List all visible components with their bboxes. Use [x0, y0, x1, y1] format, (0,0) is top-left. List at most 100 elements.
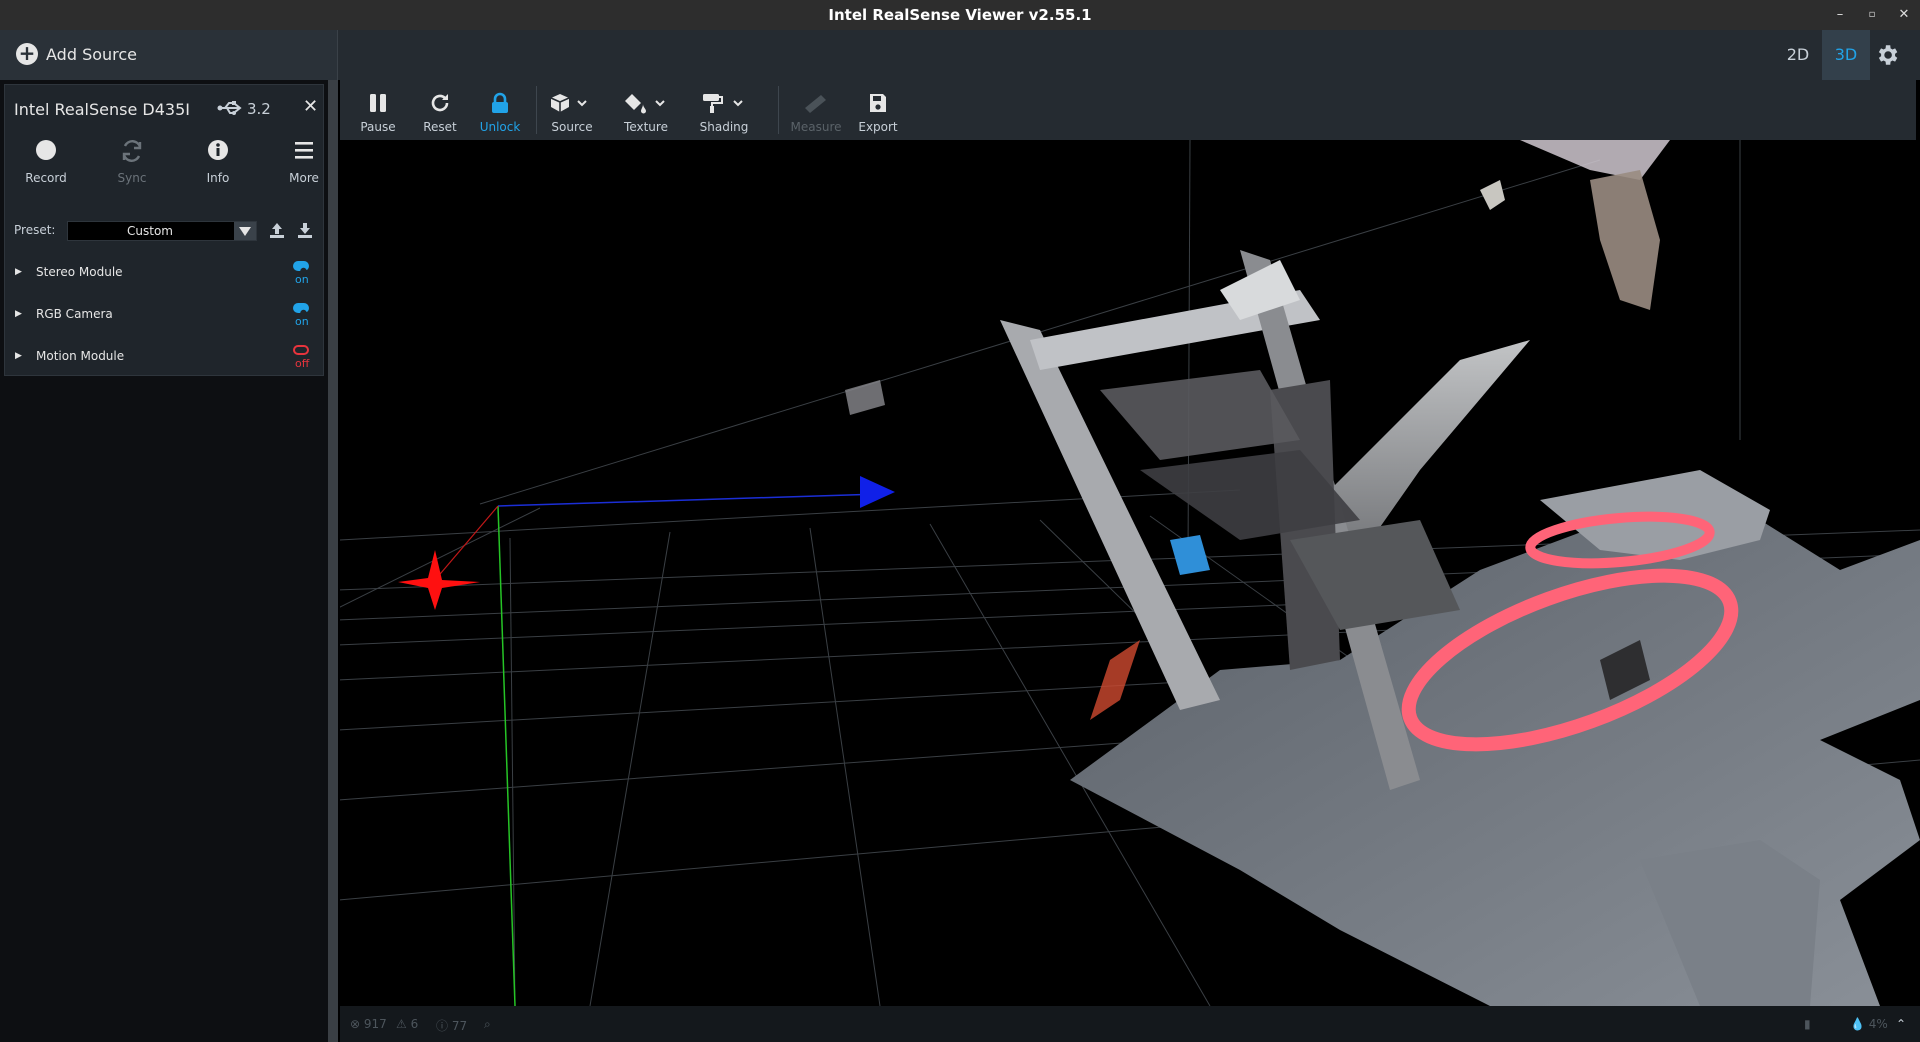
- toggle-on-icon[interactable]: [293, 261, 309, 275]
- toolbar-separator: [536, 86, 537, 134]
- view-2d-button[interactable]: 2D: [1774, 30, 1822, 80]
- toggle-off-icon[interactable]: [293, 345, 309, 355]
- close-device-icon[interactable]: ✕: [303, 96, 318, 117]
- coordinate-axes: [398, 476, 895, 1006]
- debris-fragment: [845, 380, 885, 415]
- reset-button[interactable]: Reset: [416, 80, 464, 140]
- shading-label: Shading: [699, 120, 749, 134]
- module-motion[interactable]: ▶ Motion Module off: [5, 343, 323, 383]
- maximize-button[interactable]: ▫: [1862, 5, 1882, 25]
- wall-fragment: [1520, 140, 1670, 180]
- sync-button[interactable]: Sync: [97, 139, 167, 189]
- error-count[interactable]: ⊗ 917: [350, 1017, 387, 1031]
- z-axis-star-icon: [398, 550, 480, 610]
- plus-icon: +: [16, 43, 38, 65]
- expand-arrow-icon: ▶: [15, 267, 22, 277]
- toggle-on-icon[interactable]: [293, 303, 309, 317]
- wall-fragment: [1590, 170, 1660, 310]
- z-axis-line: [434, 505, 499, 581]
- shading-button[interactable]: Shading: [692, 80, 756, 140]
- warning-count-value: 6: [410, 1017, 419, 1031]
- cpu-usage-value: 4%: [1868, 1017, 1888, 1031]
- module-name: Stereo Module: [36, 265, 123, 279]
- unlock-label: Unlock: [479, 120, 521, 134]
- module-state: on: [295, 315, 309, 328]
- x-axis-arrow-icon: [860, 476, 895, 508]
- title-bar: Intel RealSense Viewer v2.55.1 – ▫ ✕: [0, 0, 1920, 30]
- module-rgb[interactable]: ▶ RGB Camera on: [5, 301, 323, 341]
- measure-button[interactable]: Measure: [786, 80, 846, 140]
- add-source-button[interactable]: + Add Source: [0, 30, 338, 80]
- record-label: Record: [25, 171, 67, 185]
- search-icon[interactable]: ⌕: [484, 1017, 491, 1032]
- menu-icon: [269, 139, 339, 163]
- save-icon: [852, 92, 904, 114]
- info-icon: [183, 139, 253, 163]
- expand-arrow-icon: ▶: [15, 351, 22, 361]
- toolbar-separator: [778, 86, 779, 134]
- more-button[interactable]: More: [269, 139, 339, 189]
- 3d-viewport[interactable]: [340, 140, 1920, 1006]
- sync-label: Sync: [117, 171, 147, 185]
- point-cloud-scene: [340, 140, 1920, 1006]
- module-stereo[interactable]: ▶ Stereo Module on: [5, 259, 323, 299]
- info-label: Info: [206, 171, 230, 185]
- lock-icon: [476, 92, 524, 114]
- source-label: Source: [551, 120, 593, 134]
- sidebar-scrollbar[interactable]: [328, 80, 338, 1042]
- usb-icon: [217, 99, 243, 121]
- more-label: More: [289, 171, 319, 185]
- info-count[interactable]: ⓘ 77: [436, 1017, 467, 1034]
- export-button[interactable]: Export: [852, 80, 904, 140]
- battery-icon: ▮: [1804, 1017, 1811, 1031]
- error-count-value: 917: [363, 1017, 387, 1031]
- pause-label: Pause: [360, 120, 396, 134]
- cpu-usage: 💧 4%: [1850, 1017, 1888, 1031]
- header-bar: + Add Source 2D 3D: [0, 30, 1920, 80]
- status-bar: ⊗ 917 ⚠ 6 ⓘ 77 ⌕ ▮ 💧 4% ⌃: [340, 1006, 1920, 1042]
- paint-bucket-icon: [614, 92, 678, 114]
- viewer-toolbar: Pause Reset Unlock Source Texture Shadin…: [340, 80, 1916, 140]
- object-blue-block: [1170, 535, 1210, 575]
- sync-icon: [97, 139, 167, 163]
- reset-icon: [416, 92, 464, 114]
- x-axis-line: [497, 493, 881, 507]
- record-icon: [11, 139, 81, 163]
- texture-label: Texture: [624, 120, 668, 134]
- device-name: Intel RealSense D435I: [14, 100, 190, 119]
- minimize-button[interactable]: –: [1830, 5, 1850, 25]
- close-window-button[interactable]: ✕: [1894, 5, 1914, 25]
- reset-label: Reset: [423, 120, 457, 134]
- info-button[interactable]: Info: [183, 139, 253, 189]
- info-count-value: 77: [451, 1019, 468, 1033]
- measure-label: Measure: [790, 120, 842, 134]
- unlock-button[interactable]: Unlock: [476, 80, 524, 140]
- device-panel: Intel RealSense D435I 3.2 ✕ Record Sync …: [4, 84, 324, 376]
- usb-version: 3.2: [247, 100, 271, 118]
- source-button[interactable]: Source: [544, 80, 600, 140]
- preset-value: Custom: [127, 224, 173, 238]
- floor-surface: [1090, 640, 1140, 720]
- texture-button[interactable]: Texture: [614, 80, 678, 140]
- module-name: Motion Module: [36, 349, 125, 363]
- pause-icon: [354, 92, 402, 114]
- collapse-arrow-icon[interactable]: ⌃: [1896, 1017, 1906, 1031]
- preset-dropdown[interactable]: Custom: [67, 221, 257, 241]
- add-source-label: Add Source: [46, 45, 138, 64]
- pause-button[interactable]: Pause: [354, 80, 402, 140]
- export-label: Export: [858, 120, 898, 134]
- preset-label: Preset:: [14, 223, 56, 237]
- upload-icon[interactable]: [269, 221, 285, 243]
- module-state: off: [295, 357, 310, 370]
- module-name: RGB Camera: [36, 307, 113, 321]
- wall-fragment: [1480, 180, 1505, 210]
- warning-count[interactable]: ⚠ 6: [396, 1017, 418, 1031]
- paint-roller-icon: [692, 92, 756, 114]
- settings-gear-icon[interactable]: [1874, 42, 1900, 68]
- module-state: on: [295, 273, 309, 286]
- expand-arrow-icon: ▶: [15, 309, 22, 319]
- download-icon[interactable]: [297, 221, 313, 243]
- view-3d-button[interactable]: 3D: [1822, 30, 1870, 80]
- record-button[interactable]: Record: [11, 139, 81, 189]
- ruler-icon: [786, 92, 846, 114]
